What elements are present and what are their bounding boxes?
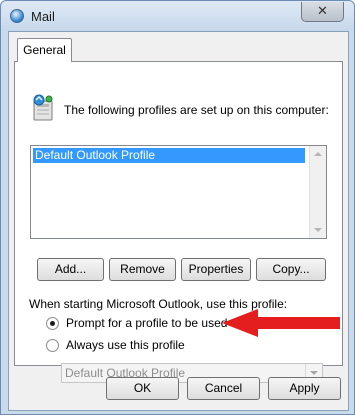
mail-app-icon (10, 9, 24, 23)
ok-button[interactable]: OK (106, 377, 179, 400)
tab-general[interactable]: General (17, 38, 72, 62)
apply-button[interactable]: Apply (268, 377, 341, 400)
mail-profile-icon (33, 94, 53, 121)
always-use-profile-label[interactable]: Always use this profile (66, 338, 185, 352)
always-use-profile-radio[interactable] (46, 339, 59, 352)
prompt-profile-radio[interactable] (46, 317, 59, 330)
scroll-up-arrow-icon[interactable] (314, 152, 322, 156)
profiles-listbox[interactable]: Default Outlook Profile (30, 145, 327, 239)
add-profile-button[interactable]: Add... (37, 258, 104, 281)
properties-button[interactable]: Properties (181, 258, 251, 281)
copy-profile-button[interactable]: Copy... (256, 258, 326, 281)
remove-profile-button[interactable]: Remove (109, 258, 176, 281)
close-button[interactable]: ✕ (301, 2, 344, 22)
general-tab-panel: The following profiles are set up on thi… (14, 61, 343, 383)
listbox-scrollbar[interactable] (309, 146, 326, 238)
profiles-intro-text: The following profiles are set up on thi… (64, 103, 329, 117)
scroll-down-arrow-icon[interactable] (314, 228, 322, 232)
dialog-client-area: General The following profiles are set u… (8, 31, 349, 411)
title-bar: Mail ✕ (1, 1, 354, 31)
red-annotation-arrow-icon (222, 309, 340, 337)
cancel-button[interactable]: Cancel (187, 377, 260, 400)
window-title: Mail (31, 9, 55, 24)
list-item[interactable]: Default Outlook Profile (33, 148, 305, 163)
mail-window: Mail ✕ General The following profiles ar… (0, 0, 355, 415)
prompt-profile-label[interactable]: Prompt for a profile to be used (66, 316, 227, 330)
